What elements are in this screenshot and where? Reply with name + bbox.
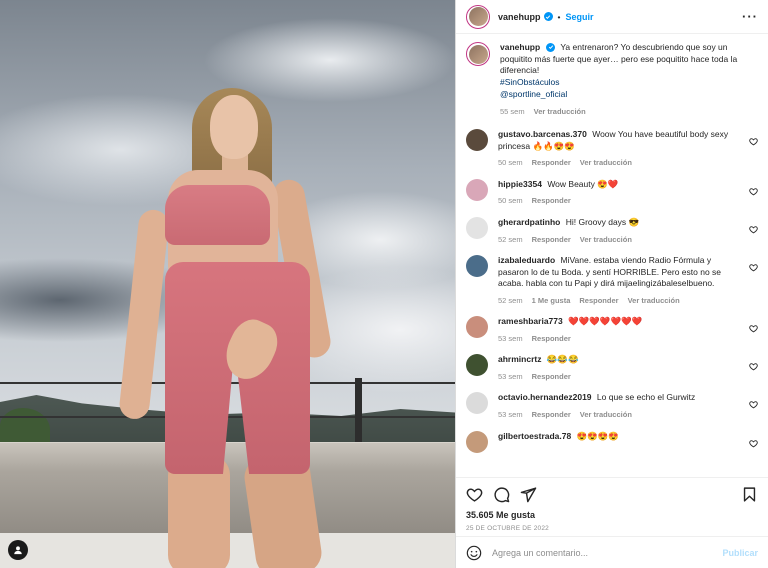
comment-text: Wow Beauty 😍❤️ <box>547 178 619 189</box>
post-side-panel: vanehupp • Seguir ··· vanehupp Ya entren… <box>455 0 768 568</box>
comment-row: gilbertoestrada.78 😍😍😍😍 <box>466 430 758 453</box>
comment-username[interactable]: ahrmincrtz <box>498 354 541 364</box>
verified-badge-icon <box>546 42 556 52</box>
reply-button[interactable]: Responder <box>532 334 571 344</box>
comment-text: 😍😍😍😍 <box>576 430 619 441</box>
comment-time: 53 sem <box>498 334 523 344</box>
comment-time: 50 sem <box>498 196 523 206</box>
comment-row: rameshbaria773 ❤️❤️❤️❤️❤️❤️❤️ 53 sem Res… <box>466 316 758 344</box>
reply-button[interactable]: Responder <box>532 410 571 420</box>
reply-button[interactable]: Responder <box>532 372 571 382</box>
caption-username[interactable]: vanehupp <box>500 42 540 52</box>
comment-text: Hi! Groovy days 😎 <box>565 216 640 227</box>
sports-bra <box>165 185 270 245</box>
header-username[interactable]: vanehupp <box>498 12 541 22</box>
model-figure <box>0 0 455 568</box>
comment-like-heart-icon[interactable] <box>749 187 758 196</box>
comment-input[interactable] <box>492 547 723 558</box>
caption-avatar[interactable] <box>466 42 490 66</box>
reply-button[interactable]: Responder <box>532 158 571 168</box>
comment-row: ahrmincrtz 😂😂😂 53 sem Responder <box>466 354 758 382</box>
comment-likes[interactable]: 1 Me gusta <box>532 296 571 306</box>
caption-time: 55 sem <box>500 106 525 116</box>
reply-button[interactable]: Responder <box>532 235 571 245</box>
caption: vanehupp Ya entrenaron? Yo descubriendo … <box>466 42 758 117</box>
follow-button[interactable]: Seguir <box>566 12 594 22</box>
comment-username[interactable]: octavio.hernandez2019 <box>498 392 592 402</box>
comment-username[interactable]: gherardpatinho <box>498 217 560 227</box>
post-date: 25 DE OCTUBRE DE 2022 <box>466 525 549 532</box>
comment-username[interactable]: izabaleduardo <box>498 255 555 265</box>
comment-row: octavio.hernandez2019 Lo que se echo el … <box>466 392 758 420</box>
comment-username[interactable]: gustavo.barcenas.370 <box>498 129 587 139</box>
comment-avatar[interactable] <box>466 392 488 415</box>
comment-username[interactable]: rameshbaria773 <box>498 316 563 326</box>
tagged-user-icon[interactable] <box>8 540 28 560</box>
bookmark-icon[interactable] <box>741 486 758 503</box>
translate-button[interactable]: Ver traducción <box>580 158 632 168</box>
comment-time: 53 sem <box>498 372 523 382</box>
like-heart-icon[interactable] <box>466 486 483 503</box>
comment-like-heart-icon[interactable] <box>749 137 758 146</box>
comment-text: ❤️❤️❤️❤️❤️❤️❤️ <box>568 316 643 327</box>
comment-like-heart-icon[interactable] <box>749 362 758 371</box>
comment-avatar[interactable] <box>466 316 488 339</box>
comment-like-heart-icon[interactable] <box>749 400 758 409</box>
translate-button[interactable]: Ver traducción <box>534 107 586 117</box>
hashtag-link[interactable]: #SinObstáculos <box>500 77 742 89</box>
translate-button[interactable]: Ver traducción <box>580 410 632 420</box>
comment-username[interactable]: hippie3354 <box>498 179 542 189</box>
more-options-icon[interactable]: ··· <box>742 9 758 24</box>
verified-badge-icon <box>543 12 553 21</box>
likes-count[interactable]: 35.605 Me gusta <box>466 510 758 520</box>
comments-list[interactable]: vanehupp Ya entrenaron? Yo descubriendo … <box>456 34 768 477</box>
comment-row: izabaleduardo MiVane. estaba viendo Radi… <box>466 254 758 307</box>
reply-button[interactable]: Responder <box>579 296 618 306</box>
add-comment-bar: Publicar <box>456 536 768 568</box>
comment-row: gustavo.barcenas.370 Woow You have beaut… <box>466 128 758 169</box>
separator: • <box>557 11 561 22</box>
publish-button[interactable]: Publicar <box>722 548 758 558</box>
comment-avatar[interactable] <box>466 216 488 239</box>
comment-time: 53 sem <box>498 410 523 420</box>
comment-username[interactable]: gilbertoestrada.78 <box>498 431 571 441</box>
comment-avatar[interactable] <box>466 254 488 277</box>
comment-time: 50 sem <box>498 158 523 168</box>
comment-avatar[interactable] <box>466 354 488 377</box>
mention-link[interactable]: @sportline_oficial <box>500 89 742 101</box>
translate-button[interactable]: Ver traducción <box>628 296 680 306</box>
translate-button[interactable]: Ver traducción <box>580 235 632 245</box>
share-icon[interactable] <box>520 486 537 503</box>
reply-button[interactable]: Responder <box>532 196 571 206</box>
comment-avatar[interactable] <box>466 430 488 453</box>
action-bar: 35.605 Me gusta 25 DE OCTUBRE DE 2022 <box>456 477 768 536</box>
comment-time: 52 sem <box>498 234 523 244</box>
comment-row: hippie3354 Wow Beauty 😍❤️ 50 sem Respond… <box>466 178 758 207</box>
comment-row: gherardpatinho Hi! Groovy days 😎 52 sem … <box>466 216 758 245</box>
avatar[interactable] <box>466 4 490 29</box>
comment-like-heart-icon[interactable] <box>749 225 758 234</box>
post-photo[interactable] <box>0 0 455 568</box>
comment-like-heart-icon[interactable] <box>749 324 758 333</box>
comment-text: Lo que se echo el Gurwitz <box>596 392 696 403</box>
emoji-icon[interactable] <box>466 545 482 561</box>
comment-text: 😂😂😂 <box>546 354 579 365</box>
comment-icon[interactable] <box>493 486 510 503</box>
comment-like-heart-icon[interactable] <box>749 263 758 272</box>
comment-like-heart-icon[interactable] <box>749 439 758 448</box>
comment-avatar[interactable] <box>466 128 488 151</box>
post-header: vanehupp • Seguir ··· <box>456 0 768 34</box>
comment-avatar[interactable] <box>466 178 488 201</box>
comment-time: 52 sem <box>498 296 523 305</box>
